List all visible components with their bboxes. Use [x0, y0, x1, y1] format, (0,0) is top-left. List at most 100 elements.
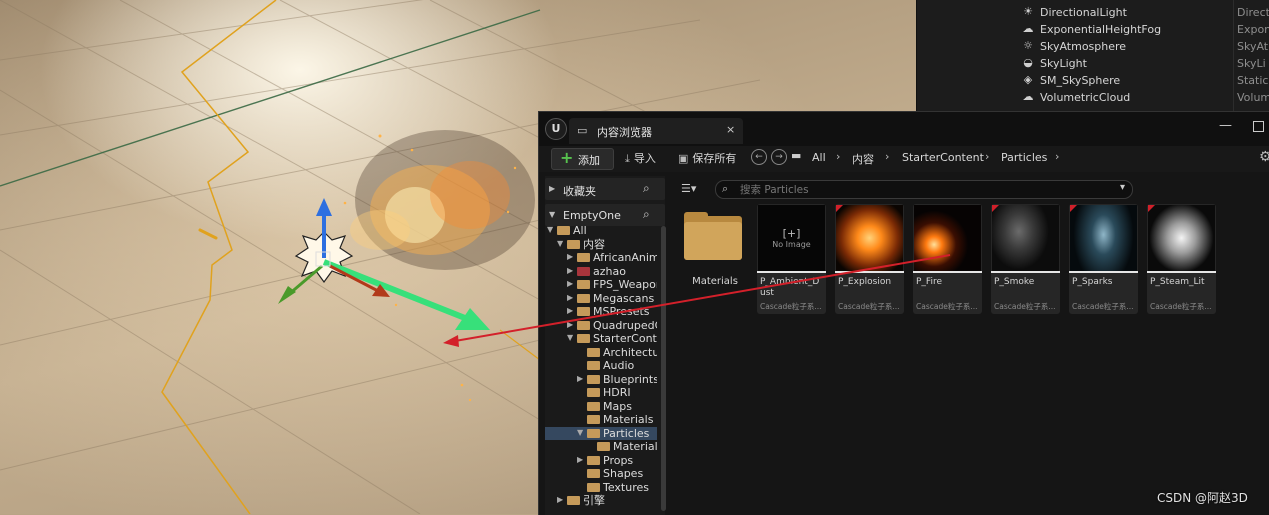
project-header[interactable]: ▼ EmptyOne ⌕: [545, 204, 665, 226]
minimize-button[interactable]: —: [1219, 118, 1232, 133]
asset-type: Cascade粒子系...: [994, 302, 1056, 311]
settings-gear-icon[interactable]: ⚙: [1259, 149, 1269, 165]
world-outliner: ☀ DirectionalLight Direct ☁ ExponentialH…: [916, 0, 1269, 111]
tree-item[interactable]: ▼ 内容: [545, 238, 657, 251]
tree-item[interactable]: ▶ azhao: [545, 265, 657, 278]
tree-item-label: HDRI: [603, 386, 631, 399]
tree-item-label: Architectur: [603, 345, 657, 359]
sources-panel: ▶ 收藏夹 ⌕ ▼ EmptyOne ⌕ ▼ All ▼ 内容 ▶ AfricanAnim…: [545, 176, 666, 515]
tree-item[interactable]: HDRI: [545, 386, 657, 399]
outliner-row-sky-sphere[interactable]: ◈ SM_SkySphere Static: [917, 72, 1269, 89]
outliner-item-type: Expon: [1237, 23, 1269, 36]
breadcrumb-all[interactable]: All: [812, 151, 826, 164]
chevron-down-icon[interactable]: ▼: [567, 333, 573, 342]
folder-icon: [587, 361, 600, 370]
chevron-right-icon[interactable]: ▶: [557, 495, 563, 504]
tree-item[interactable]: ▶ Megascans: [545, 292, 657, 305]
tree-item[interactable]: Shapes: [545, 467, 657, 480]
tree-item-label: 引擎: [583, 494, 605, 507]
folder-icon: [567, 239, 580, 249]
tree-scrollbar[interactable]: [661, 226, 666, 511]
tab-content-browser[interactable]: ▭ 内容浏览器 ×: [569, 118, 743, 144]
chevron-down-icon[interactable]: ▼: [547, 225, 553, 234]
tree-item-label: Audio: [603, 359, 635, 372]
save-all-button[interactable]: ▣ 保存所有: [678, 150, 736, 166]
tree-item[interactable]: Materials: [545, 413, 657, 426]
tree-item[interactable]: ▼ All: [545, 224, 657, 237]
add-button[interactable]: + 添加: [551, 148, 614, 170]
tree-item[interactable]: Maps: [545, 400, 657, 413]
tree-item[interactable]: ▶ Blueprints: [545, 373, 657, 386]
tree-item[interactable]: ▶ Props: [545, 454, 657, 467]
filter-icon[interactable]: ☰▾: [681, 182, 696, 195]
tree-item[interactable]: ▶ FPS_Weapon: [545, 278, 657, 291]
outliner-row-volumetric-cloud[interactable]: ☁ VolumetricCloud Volum: [917, 89, 1269, 106]
tree-item-label: 内容: [583, 237, 605, 251]
volumetric-cloud-icon: ☁: [1022, 90, 1034, 103]
project-label: EmptyOne: [563, 209, 621, 222]
chevron-right-icon[interactable]: ▶: [567, 279, 573, 288]
breadcrumb-particles[interactable]: Particles: [1001, 151, 1047, 164]
chevron-right-icon[interactable]: ▶: [567, 306, 573, 315]
tree-item-label: FPS_Weapon: [593, 278, 657, 291]
folder-icon: [577, 307, 590, 316]
tree-item[interactable]: ▶ QuadrupedC: [545, 319, 657, 332]
favorites-label: 收藏夹: [563, 185, 596, 198]
import-button[interactable]: ⤓ 导入: [625, 150, 656, 166]
asset-tile[interactable]: P_Steam_Lit Cascade粒子系...: [1147, 204, 1216, 314]
search-input[interactable]: [738, 182, 1112, 198]
tree-item[interactable]: ▼ StarterConte: [545, 332, 657, 345]
outliner-item-name: SM_SkySphere: [1040, 74, 1121, 87]
outliner-row-fog[interactable]: ☁ ExponentialHeightFog Expon: [917, 21, 1269, 38]
chevron-right-icon[interactable]: ▶: [567, 252, 573, 261]
chevron-down-icon[interactable]: ▼: [577, 428, 583, 437]
asset-tile[interactable]: [+] No Image P_Ambient_Dust Cascade粒子系...: [757, 204, 826, 314]
outliner-row-directional-light[interactable]: ☀ DirectionalLight Direct: [917, 4, 1269, 21]
tree-item[interactable]: Textures: [545, 481, 657, 494]
plus-icon: +: [560, 148, 574, 167]
tree-item[interactable]: Architectur: [545, 346, 657, 359]
chevron-right-icon: ›: [885, 150, 890, 163]
asset-type-bar: [1069, 271, 1138, 273]
folder-icon: [587, 428, 600, 438]
folder-icon: [587, 482, 600, 492]
tree-item[interactable]: ▼ Particles: [545, 426, 657, 440]
fog-icon: ☁: [1022, 22, 1034, 35]
tree-item[interactable]: ▶ MSPresets: [545, 305, 657, 318]
tree-item[interactable]: ▶ 引擎: [545, 494, 657, 507]
back-arrow-icon[interactable]: ←: [751, 149, 767, 165]
tree-item-label: Particles: [603, 426, 650, 440]
forward-arrow-icon[interactable]: →: [771, 149, 787, 165]
tree-item-label: azhao: [593, 264, 626, 278]
folder-icon: [557, 226, 570, 235]
asset-tile[interactable]: P_Fire Cascade粒子系...: [913, 204, 982, 314]
chevron-right-icon[interactable]: ▶: [577, 455, 583, 464]
chevron-right-icon[interactable]: ▶: [577, 374, 583, 383]
chevron-right-icon[interactable]: ▶: [567, 293, 573, 302]
search-icon[interactable]: ⌕: [643, 181, 650, 196]
tree-item[interactable]: ▶ AfricanAnim: [545, 251, 657, 264]
tree-item[interactable]: Materials: [545, 440, 657, 453]
asset-tile[interactable]: P_Sparks Cascade粒子系...: [1069, 204, 1138, 314]
directional-light-icon: ☀: [1023, 5, 1033, 18]
search-icon[interactable]: ⌕: [643, 207, 650, 222]
chevron-down-icon[interactable]: ▼: [557, 239, 563, 248]
chevron-right-icon[interactable]: ▶: [567, 320, 573, 329]
asset-type-bar: [991, 271, 1060, 273]
favorites-header[interactable]: ▶ 收藏夹 ⌕: [545, 178, 665, 200]
folder-tile-materials[interactable]: Materials: [681, 210, 749, 302]
chevron-right-icon[interactable]: ▶: [567, 266, 573, 275]
tree-item[interactable]: Audio: [545, 359, 657, 372]
folder-front: [684, 222, 742, 260]
asset-tile[interactable]: P_Explosion Cascade粒子系...: [835, 204, 904, 314]
close-icon[interactable]: ×: [726, 123, 735, 136]
asset-tile[interactable]: P_Smoke Cascade粒子系...: [991, 204, 1060, 314]
maximize-button[interactable]: [1253, 121, 1264, 132]
tree-item-label: All: [573, 224, 587, 237]
outliner-row-sky-atmosphere[interactable]: ☼ SkyAtmosphere SkyAt: [917, 38, 1269, 55]
breadcrumb-startercontent[interactable]: StarterContent: [902, 151, 984, 164]
chevron-right-icon: ›: [1055, 150, 1060, 163]
outliner-row-sky-light[interactable]: ◒ SkyLight SkyLi: [917, 55, 1269, 72]
breadcrumb-content[interactable]: 内容: [852, 151, 874, 167]
chevron-down-icon[interactable]: ▾: [1120, 182, 1125, 193]
